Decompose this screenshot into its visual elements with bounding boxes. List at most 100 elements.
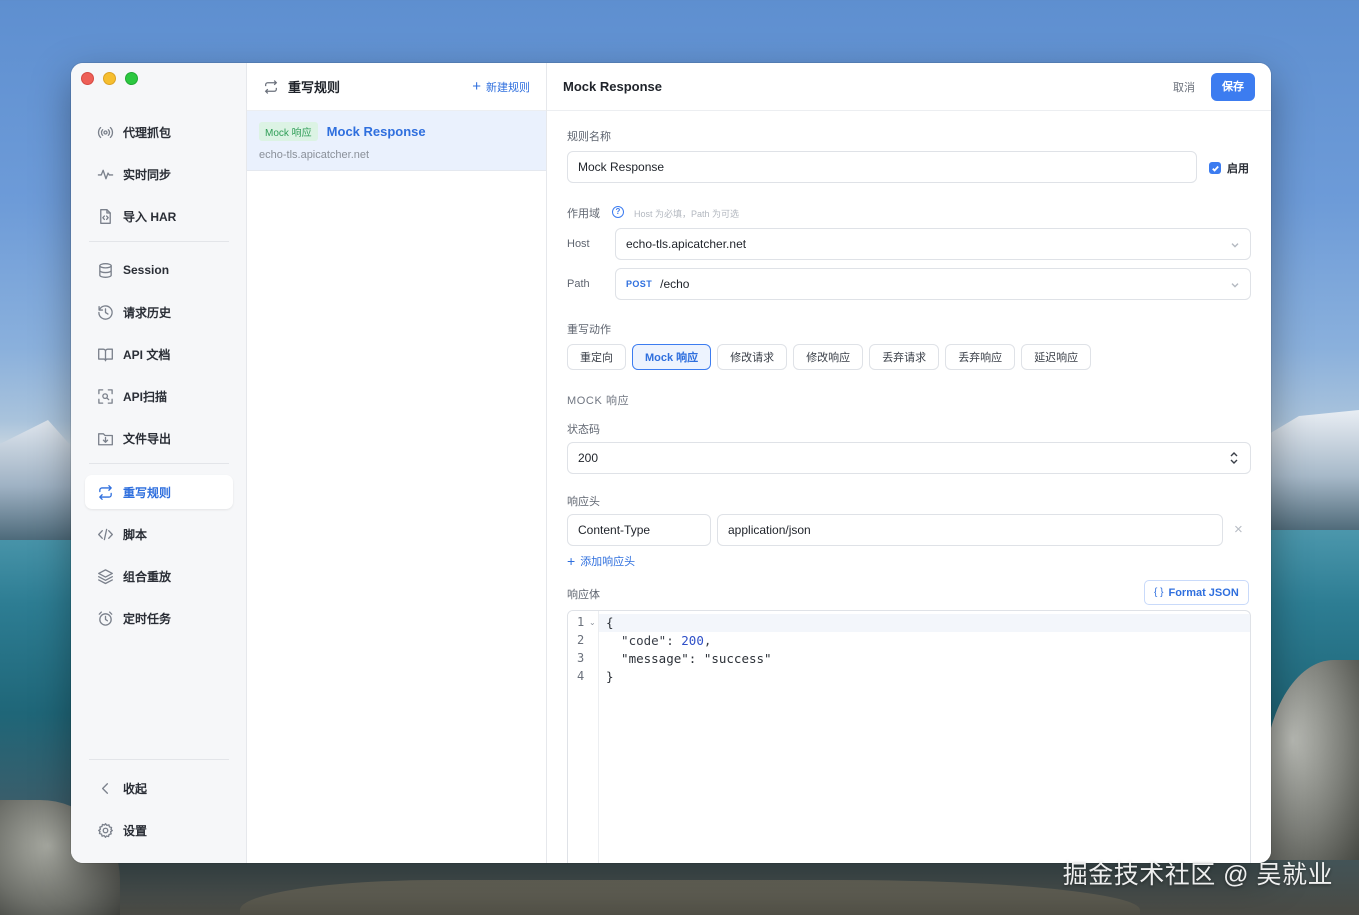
enable-label: 启用: [1227, 163, 1249, 175]
close-window-button[interactable]: [81, 72, 94, 85]
action-drop-response[interactable]: 丢弃响应: [945, 344, 1016, 370]
sidebar-item-label: 定时任务: [123, 611, 172, 626]
sidebar-item-script[interactable]: 脚本: [85, 517, 233, 551]
host-select[interactable]: echo-tls.apicatcher.net: [615, 228, 1251, 260]
folder-download-icon: [96, 429, 114, 447]
header-value-input[interactable]: application/json: [717, 514, 1223, 546]
rule-list-item[interactable]: Mock 响应 Mock Response echo-tls.apicatche…: [247, 111, 546, 171]
action-delay-response[interactable]: 延迟响应: [1021, 344, 1092, 370]
settings-label: 设置: [123, 823, 148, 838]
headers-label: 响应头: [567, 496, 600, 508]
editor-title: Mock Response: [563, 79, 662, 94]
maximize-window-button[interactable]: [125, 72, 138, 85]
sidebar-item-label: API扫描: [123, 389, 168, 404]
enable-checkbox[interactable]: 启用: [1209, 160, 1249, 176]
fold-chevron-icon[interactable]: ⌄: [589, 618, 596, 627]
rule-name: Mock Response: [326, 124, 426, 139]
response-body-editor[interactable]: 1 ⌄ 2 3 4 { "code": 200, "message": "suc…: [567, 610, 1251, 863]
header-value-value: application/json: [728, 523, 811, 537]
collapse-label: 收起: [123, 781, 148, 796]
rule-type-badge: Mock 响应: [259, 122, 318, 141]
host-label: Host: [567, 238, 590, 250]
desktop-mountain-right: [1259, 410, 1359, 530]
chevron-down-icon: [1230, 279, 1240, 289]
action-redirect[interactable]: 重定向: [567, 344, 626, 370]
sidebar-item-file-export[interactable]: 文件导出: [85, 421, 233, 455]
sidebar-item-label: 重写规则: [123, 485, 172, 500]
path-value: /echo: [660, 277, 690, 291]
sidebar-item-realtime-sync[interactable]: 实时同步: [85, 157, 233, 191]
action-mock-response[interactable]: Mock 响应: [632, 344, 712, 370]
scope-label: 作用域: [567, 208, 600, 220]
current-line-highlight: [568, 614, 1250, 632]
rule-editor: Mock Response 取消 保存 规则名称 Mock Response 启…: [547, 63, 1271, 863]
status-code-stepper[interactable]: 200: [567, 442, 1251, 474]
rule-name-input[interactable]: Mock Response: [567, 151, 1197, 183]
new-rule-label: 新建规则: [486, 81, 530, 94]
file-code-icon: [96, 207, 114, 225]
rule-list-title-text: 重写规则: [288, 80, 341, 95]
settings-button[interactable]: 设置: [85, 813, 233, 847]
book-icon: [96, 345, 114, 363]
sidebar-divider: [89, 463, 229, 464]
help-icon[interactable]: ?: [612, 206, 624, 218]
code-line: "message": "success": [606, 651, 772, 666]
new-rule-button[interactable]: + 新建规则: [472, 79, 530, 95]
sidebar-divider: [89, 241, 229, 242]
action-label: 重写动作: [567, 324, 611, 336]
gear-icon: [96, 821, 114, 839]
format-json-button[interactable]: { } Format JSON: [1144, 580, 1249, 605]
layers-icon: [96, 567, 114, 585]
host-value: echo-tls.apicatcher.net: [626, 237, 747, 251]
sidebar-item-import-har[interactable]: 导入 HAR: [85, 199, 233, 233]
body-label: 响应体: [567, 589, 600, 601]
sidebar-item-scheduled-tasks[interactable]: 定时任务: [85, 601, 233, 635]
collapse-sidebar-button[interactable]: 收起: [85, 771, 233, 805]
minimize-window-button[interactable]: [103, 72, 116, 85]
rule-name-label: 规则名称: [567, 131, 611, 143]
app-window: 代理抓包 实时同步 导入 HAR Session 请求历史 API 文档 API…: [71, 63, 1271, 863]
sidebar: 代理抓包 实时同步 导入 HAR Session 请求历史 API 文档 API…: [71, 63, 247, 863]
header-name-input[interactable]: Content-Type: [567, 514, 711, 546]
line-number-gutter: 1 ⌄ 2 3 4: [568, 611, 599, 863]
line-number: 3: [577, 651, 585, 665]
scope-hint: Host 为必填，Path 为可选: [634, 209, 740, 219]
sidebar-divider: [89, 759, 229, 760]
plus-icon: +: [472, 78, 481, 95]
sidebar-item-request-history[interactable]: 请求历史: [85, 295, 233, 329]
up-down-icon: [1228, 451, 1240, 465]
sidebar-item-session[interactable]: Session: [85, 253, 233, 287]
line-number: 2: [577, 633, 585, 647]
code-icon: [96, 525, 114, 543]
sidebar-footer: 收起 设置: [85, 756, 233, 855]
sidebar-item-proxy-capture[interactable]: 代理抓包: [85, 115, 233, 149]
desktop-rock-right: [1264, 660, 1359, 860]
action-drop-request[interactable]: 丢弃请求: [869, 344, 940, 370]
remove-header-icon[interactable]: ×: [1234, 521, 1243, 538]
status-code-value: 200: [578, 451, 599, 465]
database-icon: [96, 261, 114, 279]
rule-list-title: 重写规则: [263, 77, 340, 96]
rewrite-icon: [264, 79, 278, 94]
save-button[interactable]: 保存: [1211, 72, 1255, 101]
sidebar-item-combo-replay[interactable]: 组合重放: [85, 559, 233, 593]
rewrite-icon: [96, 483, 114, 501]
add-header-button[interactable]: + 添加响应头: [567, 553, 635, 569]
desktop-mountain-left: [0, 420, 80, 540]
editor-body: 规则名称 Mock Response 启用 作用域 ? Host 为必填，Pat…: [567, 111, 1251, 863]
sidebar-item-api-scan[interactable]: API扫描: [85, 379, 233, 413]
sidebar-item-api-docs[interactable]: API 文档: [85, 337, 233, 371]
rule-list-header: 重写规则 + 新建规则: [247, 63, 546, 111]
watermark: 掘金技术社区 @ 吴就业: [1062, 861, 1333, 889]
pulse-icon: [96, 165, 114, 183]
action-modify-response[interactable]: 修改响应: [793, 344, 864, 370]
sidebar-item-rewrite-rules[interactable]: 重写规则: [85, 475, 233, 509]
cancel-button[interactable]: 取消: [1173, 79, 1195, 95]
sidebar-item-label: 导入 HAR: [123, 209, 177, 224]
path-select[interactable]: POST /echo: [615, 268, 1251, 300]
action-modify-request[interactable]: 修改请求: [717, 344, 788, 370]
alarm-icon: [96, 609, 114, 627]
mock-section-title: MOCK 响应: [567, 395, 630, 407]
history-icon: [96, 303, 114, 321]
editor-header: Mock Response 取消 保存: [547, 63, 1271, 111]
